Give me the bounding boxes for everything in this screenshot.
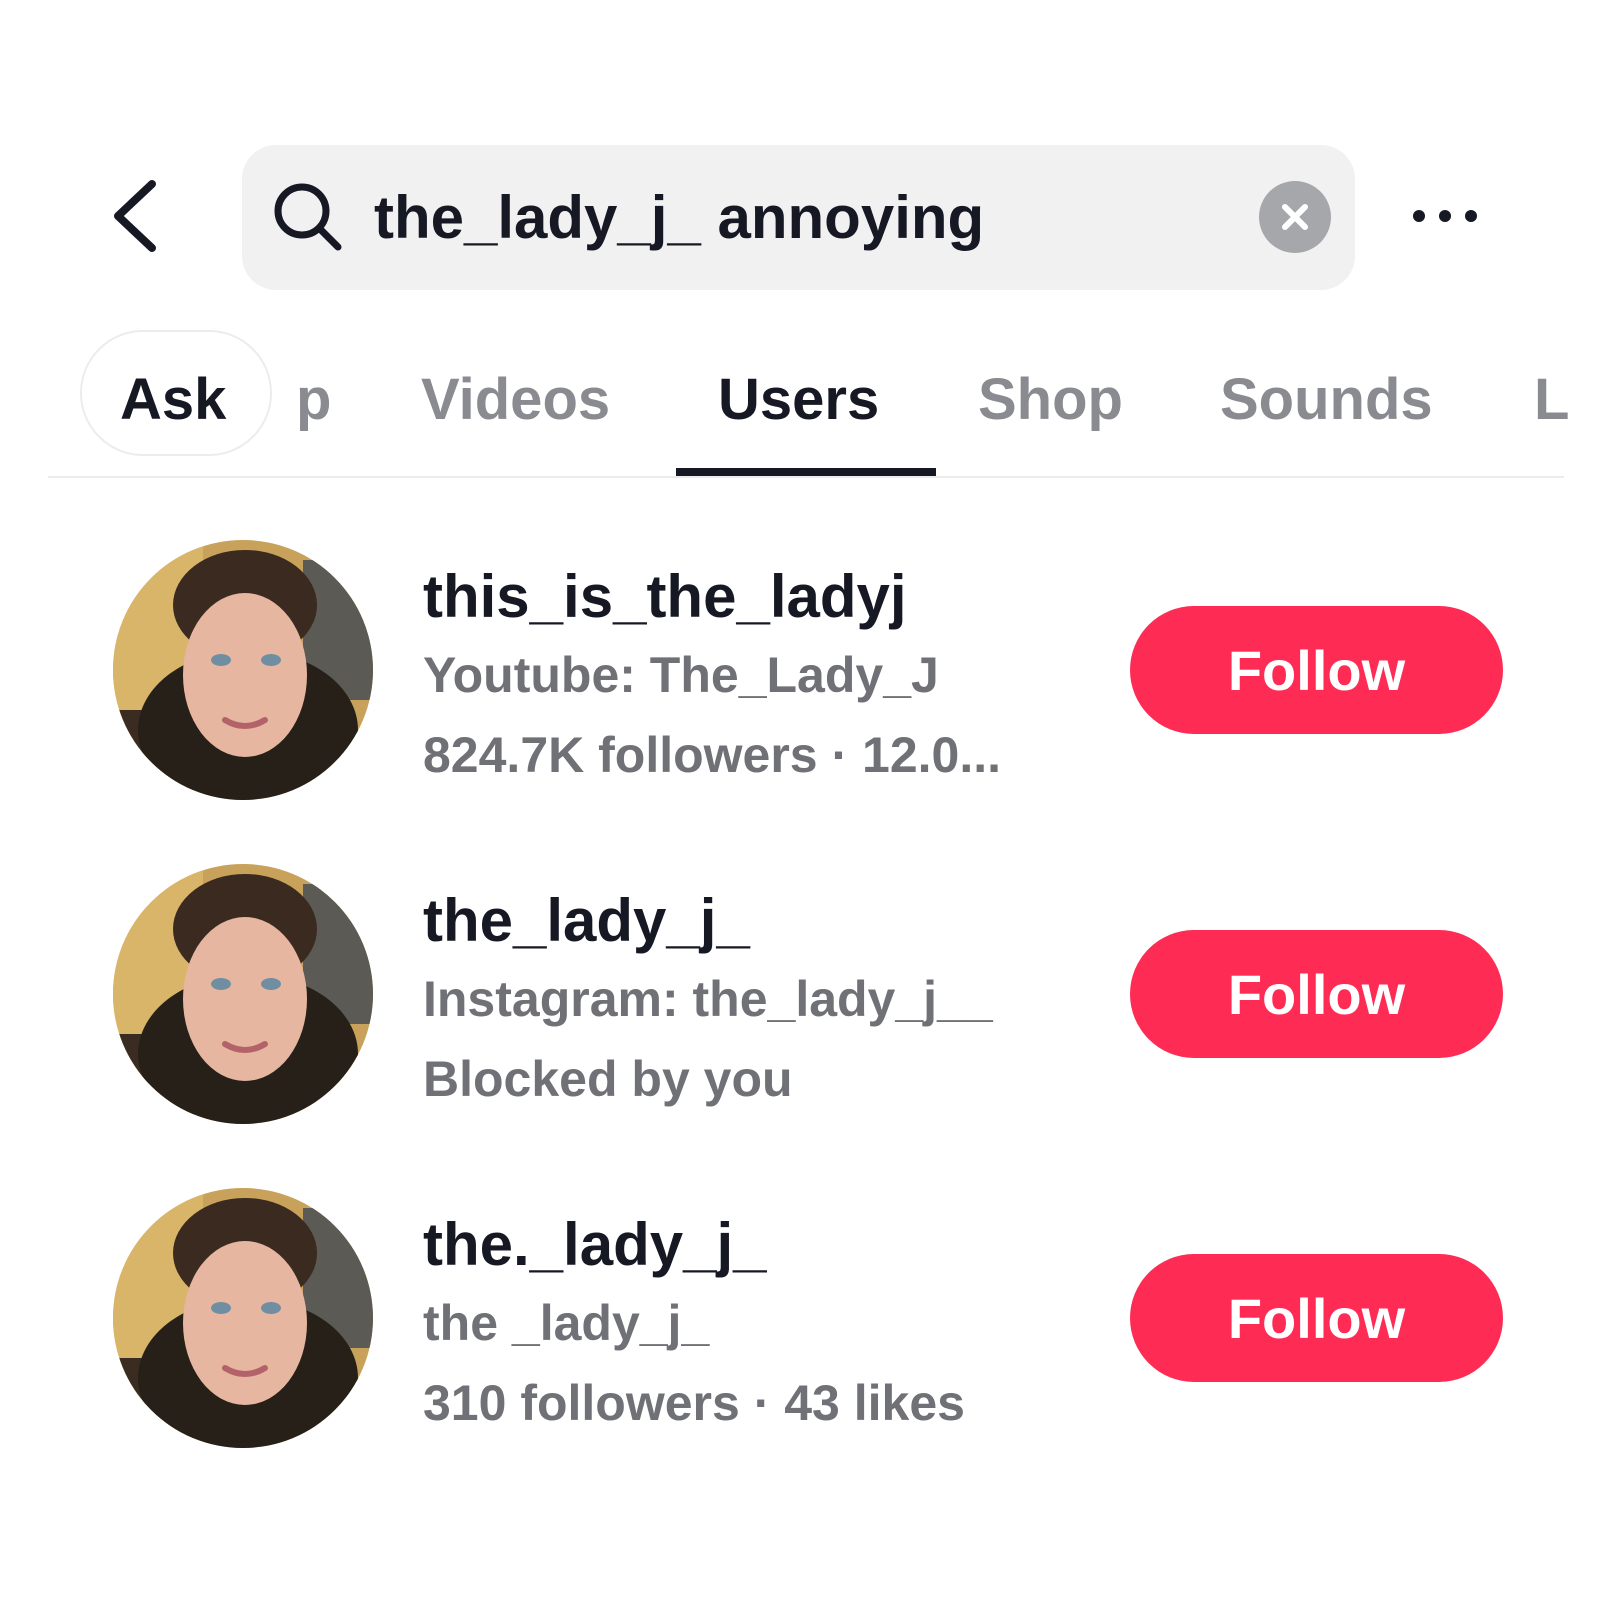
clear-search-button[interactable] <box>1259 181 1331 253</box>
user-result-row[interactable]: the_lady_j_ Instagram: the_lady_j__ Bloc… <box>0 864 1600 1124</box>
search-input[interactable] <box>374 169 1234 265</box>
follow-button[interactable]: Follow <box>1130 606 1503 734</box>
username: this_is_the_ladyj <box>423 563 907 630</box>
tab-ask[interactable]: Ask <box>80 330 272 456</box>
user-status: Blocked by you <box>423 1051 793 1107</box>
more-icon <box>1413 210 1477 222</box>
user-bio: Youtube: The_Lady_J <box>423 647 939 703</box>
user-stats: 824.7K followers · 12.0... <box>423 727 1002 783</box>
search-bar[interactable] <box>242 145 1355 290</box>
follow-button[interactable]: Follow <box>1130 1254 1503 1382</box>
user-result-row[interactable]: this_is_the_ladyj Youtube: The_Lady_J 82… <box>0 540 1600 800</box>
tab-users[interactable]: Users <box>718 366 879 433</box>
username: the_lady_j_ <box>423 887 750 954</box>
username: the._lady_j_ <box>423 1211 767 1278</box>
tab-videos[interactable]: Videos <box>421 366 610 433</box>
tab-top[interactable]: p <box>296 366 331 433</box>
more-options-button[interactable] <box>1407 196 1483 236</box>
tab-ask-label: Ask <box>120 367 227 432</box>
user-bio: Instagram: the_lady_j__ <box>423 971 993 1027</box>
user-result-row[interactable]: the._lady_j_ the _lady_j_ 310 followers … <box>0 1188 1600 1448</box>
tabs-divider <box>48 476 1564 478</box>
back-button[interactable] <box>108 176 168 256</box>
back-arrow-icon <box>114 180 156 252</box>
active-tab-indicator <box>676 468 936 476</box>
tab-sounds[interactable]: Sounds <box>1220 366 1433 433</box>
tab-shop[interactable]: Shop <box>978 366 1123 433</box>
user-bio: the _lady_j_ <box>423 1295 710 1351</box>
avatar <box>113 540 373 800</box>
search-icon <box>272 181 344 253</box>
user-stats: 310 followers · 43 likes <box>423 1375 965 1431</box>
follow-button[interactable]: Follow <box>1130 930 1503 1058</box>
clear-icon <box>1282 204 1308 230</box>
avatar <box>113 864 373 1124</box>
avatar <box>113 1188 373 1448</box>
tab-live[interactable]: L <box>1534 366 1569 433</box>
search-tabs: p Ask Videos Users Shop Sounds L <box>0 330 1600 478</box>
